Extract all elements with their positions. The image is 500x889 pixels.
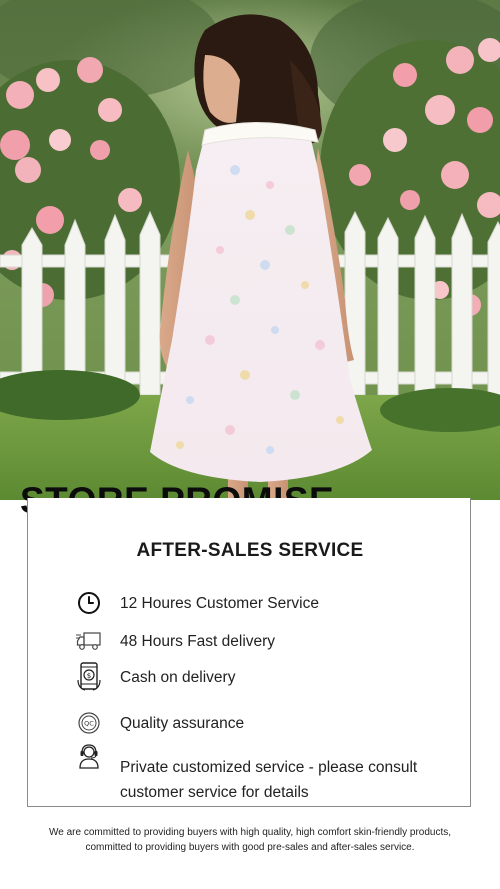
footer-line-1: We are committed to providing buyers wit… (48, 827, 452, 838)
service-item-customer-service: 12 Houres Customer Service (76, 590, 319, 616)
service-item-custom-service: Private customized service - please cons… (76, 743, 450, 805)
footer-line-2: committed to providing buyers with good … (85, 842, 415, 853)
quality-badge-icon: QC (76, 710, 102, 736)
product-photo (0, 0, 500, 500)
clock-icon (76, 590, 102, 616)
service-label: 48 Hours Fast delivery (120, 632, 276, 650)
garden-scene-illustration (0, 0, 500, 500)
phone-payment-icon: $ (76, 662, 102, 691)
service-label: Cash on delivery (120, 668, 236, 686)
service-item-cash-on-delivery: $ Cash on delivery (76, 662, 236, 691)
customer-support-icon (76, 743, 102, 769)
service-label: Private customized service - please cons… (120, 759, 418, 801)
service-label: Quality assurance (120, 714, 245, 732)
svg-text:QC: QC (84, 720, 94, 728)
footer-commitment: We are committed to providing buyers wit… (0, 825, 500, 855)
service-label: 12 Houres Customer Service (120, 594, 319, 612)
delivery-truck-icon (76, 628, 102, 654)
service-item-quality-assurance: QC Quality assurance (76, 710, 244, 736)
svg-text:$: $ (87, 672, 91, 680)
service-item-fast-delivery: 48 Hours Fast delivery (76, 628, 275, 654)
after-sales-heading: AFTER-SALES SERVICE (136, 540, 364, 561)
